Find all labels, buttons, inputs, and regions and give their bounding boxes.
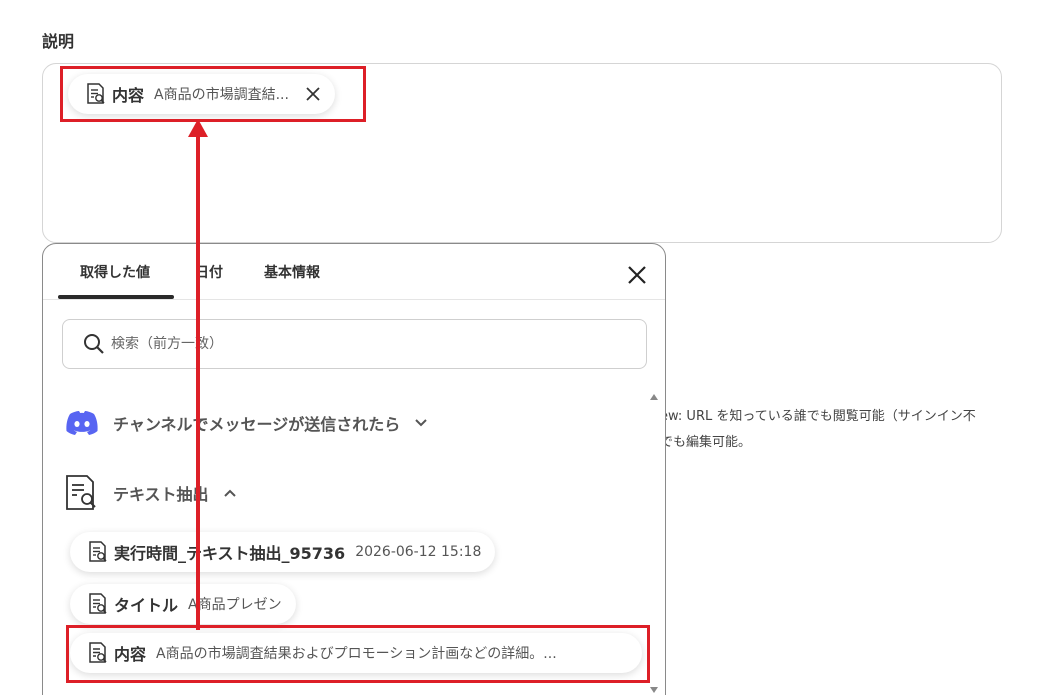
selected-value-chip[interactable]: 内容 A商品の市場調査結... <box>68 74 335 114</box>
item-name: 内容 <box>114 645 147 664</box>
group-label: テキスト抽出 <box>113 485 209 504</box>
background-description: ew: URL を知っている誰でも閲覧可能（サインイン不 でも編集可能。 <box>660 404 1030 456</box>
remove-chip-icon[interactable] <box>305 86 321 102</box>
page: 説明 内容 A商品の市場調査結... ew: URL を知っている誰でも閲覧可能… <box>0 0 1040 695</box>
value-item-execution-time[interactable]: 実行時間_テキスト抽出_95736 2026-06-12 15:18 <box>70 532 496 572</box>
scroll-up-arrow[interactable] <box>650 394 658 400</box>
item-value: A商品の市場調査結果およびプロモーション計画などの詳細。... <box>156 646 557 662</box>
group-label: チャンネルでメッセージが送信されたら <box>113 415 401 434</box>
annotation-arrow-line <box>196 135 200 630</box>
chevron-down-icon <box>415 419 427 427</box>
tab-bar: 取得した値 日付 基本情報 <box>43 244 665 300</box>
tab-acquired-values[interactable]: 取得した値 <box>80 262 150 282</box>
chevron-up-icon <box>223 489 236 497</box>
item-name: 実行時間_テキスト抽出_95736 <box>114 544 346 563</box>
document-search-icon <box>89 593 107 614</box>
search-icon <box>84 334 104 354</box>
item-value: A商品プレゼン <box>188 597 282 613</box>
background-text-line: ew: URL を知っている誰でも閲覧可能（サインイン不 <box>660 409 976 424</box>
value-item-title[interactable]: タイトル A商品プレゼン <box>70 584 296 624</box>
group-text-extraction[interactable]: テキスト抽出 <box>65 474 237 512</box>
active-tab-indicator <box>58 295 174 299</box>
group-discord-trigger[interactable]: チャンネルでメッセージが送信されたら <box>65 410 428 436</box>
document-search-icon <box>89 642 107 663</box>
scroll-down-arrow[interactable] <box>650 687 658 693</box>
document-search-icon <box>87 83 105 104</box>
discord-icon <box>66 411 98 435</box>
search-input[interactable] <box>111 336 611 352</box>
annotation-arrow-head <box>188 119 208 137</box>
tab-basic-info[interactable]: 基本情報 <box>264 262 320 282</box>
value-picker-popup: 取得した値 日付 基本情報 チャンネルでメッセージが送信され <box>42 243 666 695</box>
description-label: 説明 <box>42 32 75 51</box>
value-item-content[interactable]: 内容 A商品の市場調査結果およびプロモーション計画などの詳細。... <box>70 633 642 673</box>
item-name: タイトル <box>114 596 179 615</box>
chip-name: 内容 <box>112 86 145 105</box>
background-text-line: でも編集可能。 <box>660 435 752 450</box>
document-search-icon <box>66 475 96 510</box>
close-icon[interactable] <box>626 264 648 286</box>
search-box <box>62 319 647 369</box>
item-value: 2026-06-12 15:18 <box>355 544 482 560</box>
chip-value: A商品の市場調査結... <box>154 87 289 103</box>
document-search-icon <box>89 541 107 562</box>
